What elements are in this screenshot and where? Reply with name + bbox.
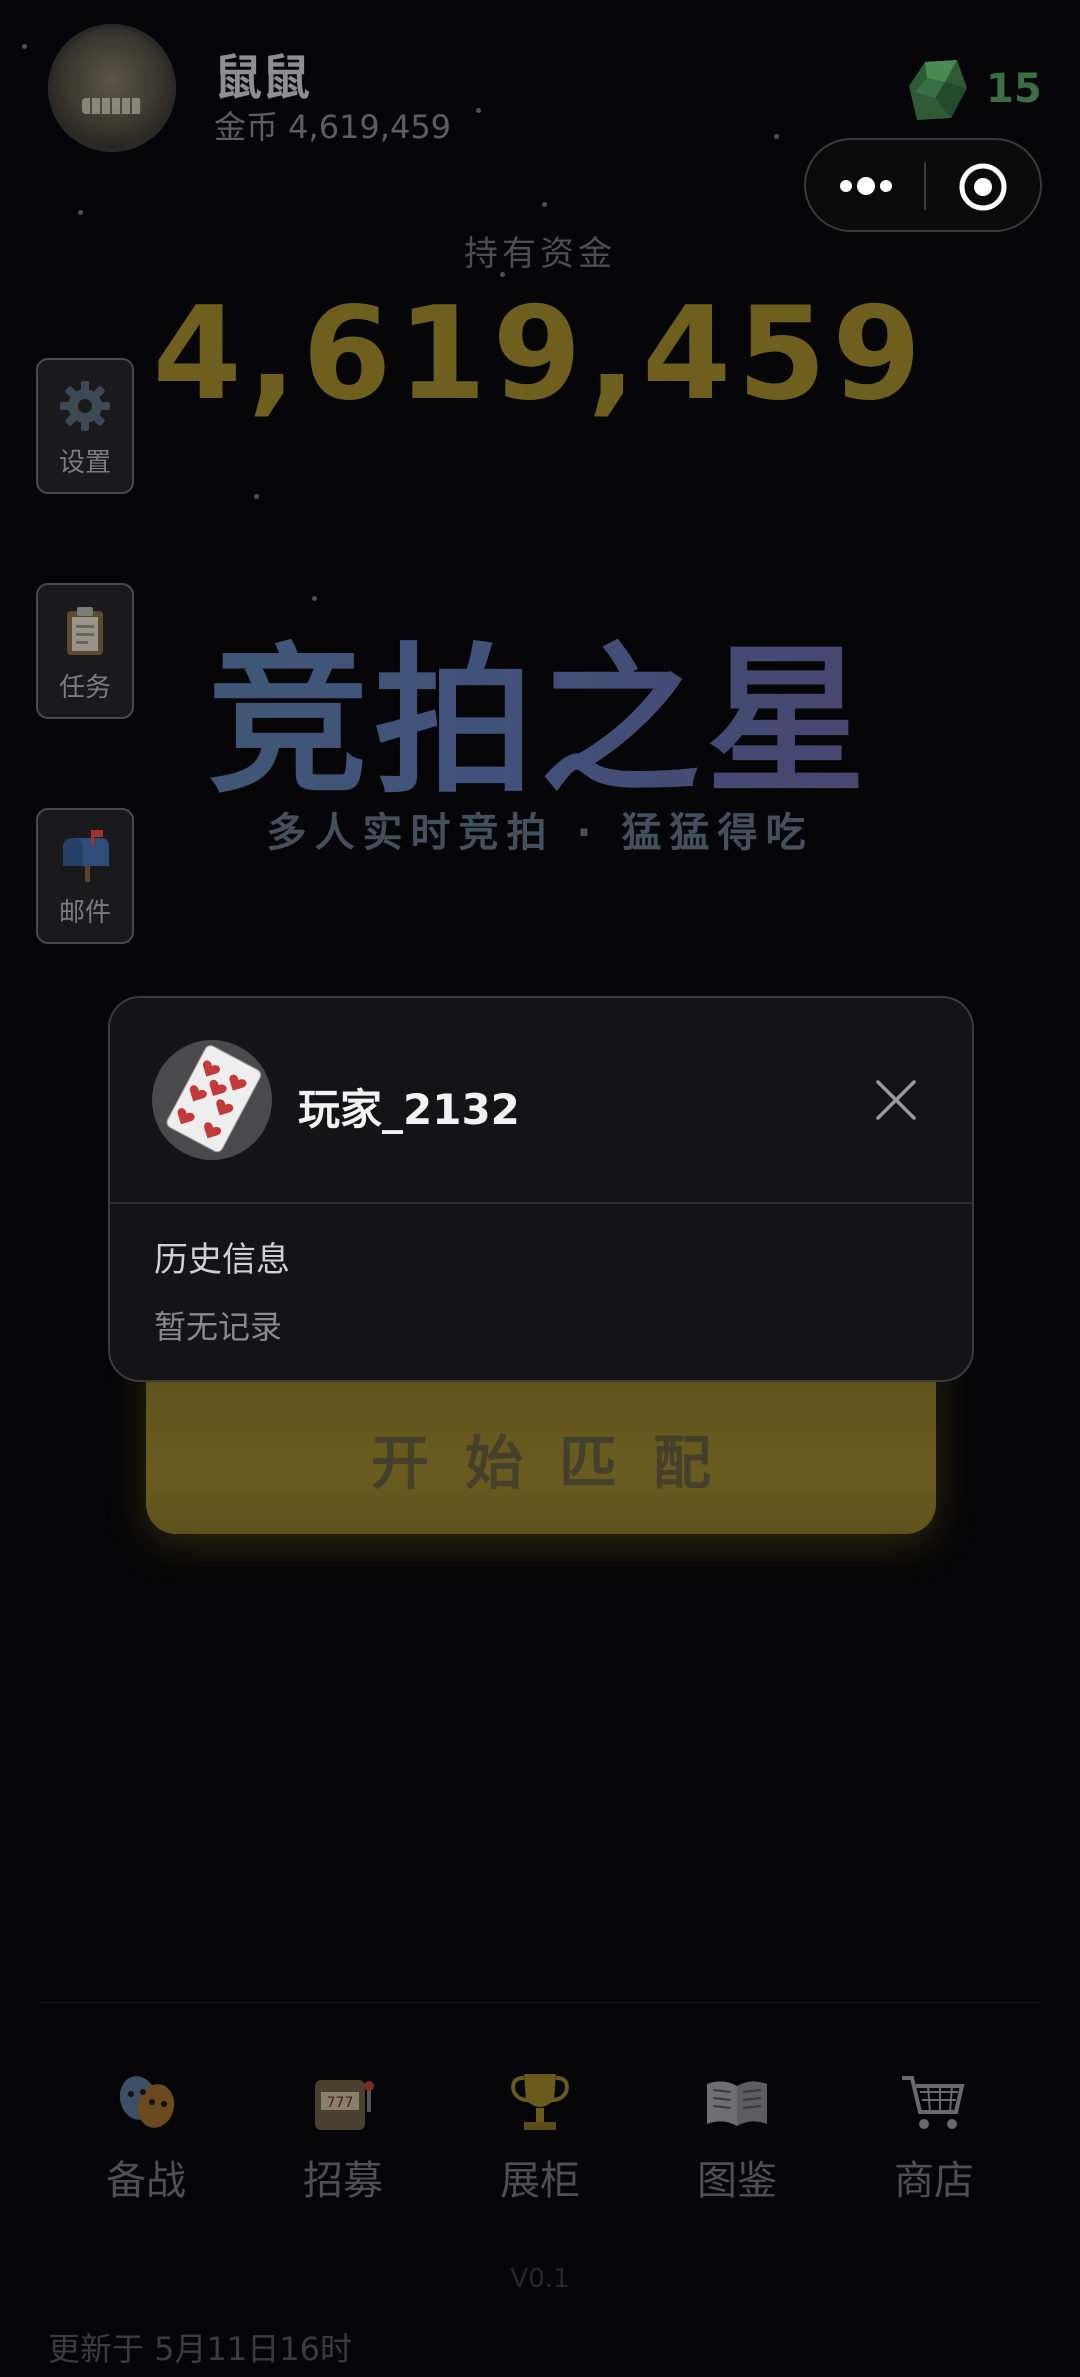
masks-icon bbox=[119, 2076, 175, 2128]
no-records-text: 暂无记录 bbox=[154, 1308, 283, 1346]
user-name: 鼠鼠 bbox=[214, 50, 311, 106]
funds-value: 4,619,459 bbox=[152, 280, 928, 429]
settings-label: 设置 bbox=[58, 448, 111, 478]
star-decoration bbox=[774, 134, 779, 139]
player-avatar bbox=[152, 1040, 272, 1160]
star-decoration bbox=[476, 108, 481, 113]
star-decoration bbox=[78, 210, 83, 215]
nav-label: 招募 bbox=[303, 2158, 383, 2204]
game-title: 竞拍之星 bbox=[0, 592, 1080, 824]
nav-item-recruit[interactable]: 777 招募 bbox=[263, 2066, 423, 2206]
version-text: V0.1 bbox=[510, 2264, 570, 2294]
playing-card-icon bbox=[166, 1045, 262, 1153]
more-dots-icon[interactable] bbox=[838, 170, 894, 202]
game-subtitle: 多人实时竞拍 · 猛猛得吃 bbox=[266, 810, 814, 856]
nav-label: 商店 bbox=[894, 2158, 974, 2204]
funds-label: 持有资金 bbox=[464, 234, 616, 274]
svg-text:777: 777 bbox=[327, 2095, 354, 2111]
book-icon bbox=[707, 2081, 767, 2126]
start-match-label: 开始匹配 bbox=[370, 1429, 747, 1497]
gear-icon bbox=[60, 381, 110, 431]
cart-icon bbox=[902, 2076, 965, 2129]
history-title: 历史信息 bbox=[154, 1240, 290, 1280]
star-decoration bbox=[254, 494, 259, 499]
mini-program-capsule bbox=[804, 138, 1042, 232]
close-icon[interactable] bbox=[874, 1078, 918, 1122]
settings-button[interactable]: 设置 bbox=[36, 358, 134, 494]
modal-header: 玩家_2132 bbox=[110, 998, 972, 1204]
avatar-teeth-decoration bbox=[82, 98, 142, 114]
capsule-divider bbox=[924, 162, 926, 210]
player-info-modal: 玩家_2132 历史信息 暂无记录 bbox=[108, 996, 974, 1382]
nav-divider bbox=[40, 2002, 1040, 2003]
trophy-icon bbox=[511, 2074, 569, 2130]
nav-label: 展柜 bbox=[500, 2158, 580, 2204]
target-circle-icon[interactable] bbox=[958, 162, 1008, 212]
nav-item-shop[interactable]: 商店 bbox=[854, 2066, 1014, 2206]
nav-label: 图鉴 bbox=[697, 2158, 777, 2204]
mail-label: 邮件 bbox=[58, 898, 111, 928]
user-avatar[interactable] bbox=[48, 24, 176, 152]
star-decoration bbox=[542, 202, 547, 207]
slot-machine-icon: 777 bbox=[315, 2080, 374, 2130]
gold-balance: 金币 4,619,459 bbox=[214, 108, 452, 146]
nav-label: 备战 bbox=[106, 2158, 186, 2204]
updated-text: 更新于 5月11日16时 bbox=[48, 2330, 352, 2368]
nav-item-showcase[interactable]: 展柜 bbox=[460, 2066, 620, 2206]
star-decoration bbox=[22, 44, 27, 49]
player-name: 玩家_2132 bbox=[298, 1085, 520, 1134]
gem-icon bbox=[909, 60, 967, 120]
nav-item-codex[interactable]: 图鉴 bbox=[657, 2066, 817, 2206]
nav-item-prepare[interactable]: 备战 bbox=[66, 2066, 226, 2206]
gem-count: 15 bbox=[986, 66, 1042, 112]
